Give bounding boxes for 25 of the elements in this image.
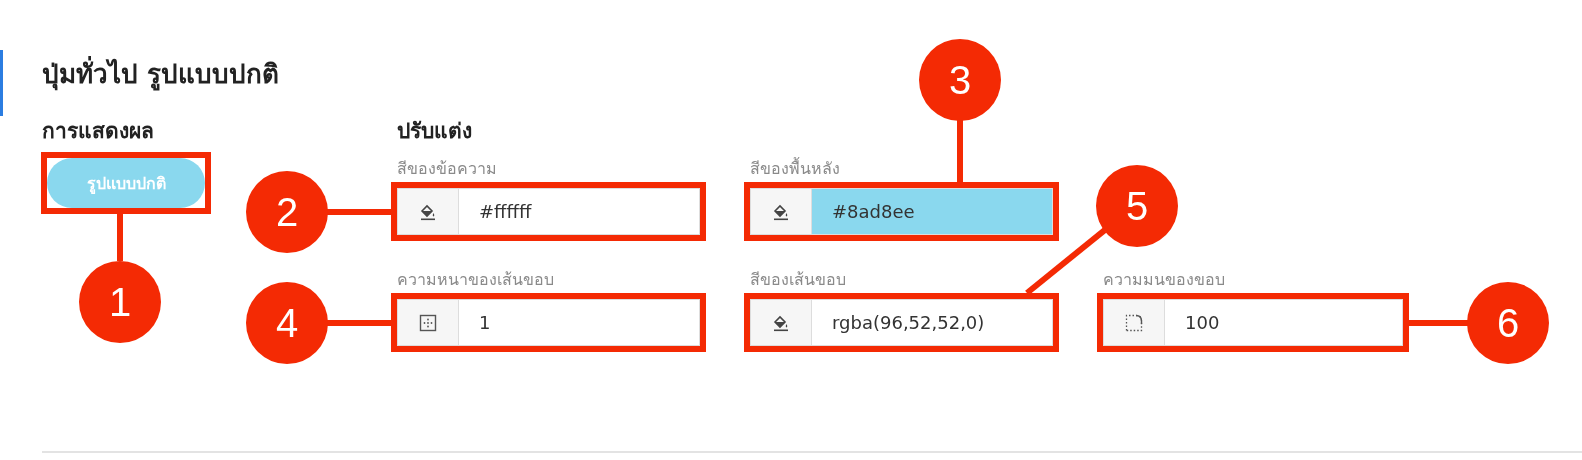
settings-heading: ปรับแต่ง xyxy=(397,118,473,145)
rounded-corner-icon xyxy=(1125,313,1143,332)
preview-heading: การแสดงผล xyxy=(42,118,155,145)
input-field[interactable]: 100 xyxy=(1103,299,1403,346)
field-label: สีของเส้นขอบ xyxy=(750,269,847,291)
callout-number: 6 xyxy=(1467,281,1549,364)
input-field[interactable]: 1 xyxy=(397,299,700,346)
accent-bar xyxy=(0,50,3,116)
section-title: ปุ่มทั่วไป รูปแบบปกติ xyxy=(42,52,280,96)
input-field[interactable]: #ffffff xyxy=(397,188,700,235)
input-field[interactable]: rgba(96,52,52,0) xyxy=(750,299,1053,346)
callout-number: 4 xyxy=(246,281,328,364)
callout-number: 5 xyxy=(1096,165,1178,247)
paint-bucket-icon xyxy=(772,202,790,221)
field-label: สีของพื้นหลัง xyxy=(750,158,841,180)
input-field[interactable]: #8ad8ee xyxy=(750,188,1053,235)
field-label: ความมนของขอบ xyxy=(1103,269,1226,291)
border-grid-icon xyxy=(419,313,437,332)
field-label: สีของข้อความ xyxy=(397,158,498,180)
callout-number: 3 xyxy=(919,39,1001,121)
paint-bucket-icon xyxy=(772,313,790,332)
callout-number: 2 xyxy=(246,170,328,253)
paint-bucket-icon xyxy=(419,202,437,221)
callout-number: 1 xyxy=(79,261,161,343)
field-label: ความหนาของเส้นขอบ xyxy=(397,269,555,291)
